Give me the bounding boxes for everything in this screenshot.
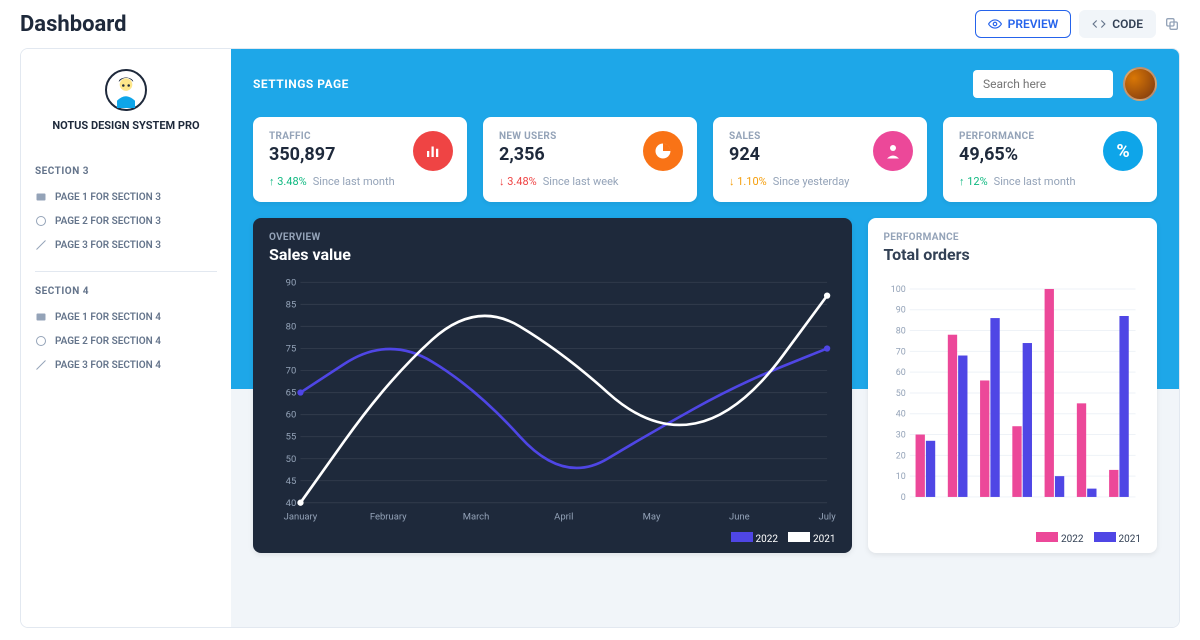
svg-text:40: 40 [895,410,905,420]
overview-chart-card: OVERVIEW Sales value 40 45 50 55 60 65 70 75 80 8… [253,218,852,553]
stat-card-performance: PERFORMANCE49,65%↑ 12%Since last month% [943,117,1157,202]
stat-card-sales: SALES924↓ 1.10%Since yesterday [713,117,927,202]
svg-text:80: 80 [895,327,905,337]
sidebar-item-label: PAGE 2 FOR SECTION 4 [55,336,161,347]
nav-icon [35,191,47,203]
svg-text:January: January [284,511,318,522]
svg-text:80: 80 [286,322,297,333]
sidebar-item-section4-1[interactable]: PAGE 1 FOR SECTION 4 [35,305,217,329]
search-input[interactable] [973,70,1113,98]
svg-text:75: 75 [286,344,297,355]
stat-card-new-users: NEW USERS2,356↓ 3.48%Since last week [483,117,697,202]
svg-text:45: 45 [286,476,297,487]
svg-text:10: 10 [895,472,905,482]
stat-delta: ↑ 3.48%Since last month [269,175,451,188]
brand-name: NOTUS DESIGN SYSTEM PRO [52,119,199,132]
sidebar-item-section4-3[interactable]: PAGE 3 FOR SECTION 4 [35,353,217,377]
stat-delta: ↓ 3.48%Since last week [499,175,681,188]
sidebar-item-section3-3[interactable]: PAGE 3 FOR SECTION 3 [35,233,217,257]
svg-text:20: 20 [895,451,905,461]
stat-delta: ↑ 12%Since last month [959,175,1141,188]
sidebar-item-label: PAGE 1 FOR SECTION 4 [55,312,161,323]
svg-text:30: 30 [895,431,905,441]
sidebar-item-section3-1[interactable]: PAGE 1 FOR SECTION 3 [35,185,217,209]
preview-button[interactable]: PREVIEW [975,10,1072,38]
svg-text:70: 70 [286,366,297,377]
overview-legend: 2022 2021 [269,532,836,545]
svg-text:March: March [463,511,490,522]
section-4-header: SECTION 4 [35,271,217,297]
nav-icon [35,239,47,251]
stat-card-traffic: TRAFFIC350,897↑ 3.48%Since last month [253,117,467,202]
performance-chart-card: PERFORMANCE Total orders 0 10 20 30 40 50 60 70… [868,218,1158,553]
overview-overline: OVERVIEW [269,232,836,243]
section-3-header: SECTION 3 [35,166,217,177]
sidebar: NOTUS DESIGN SYSTEM PRO SECTION 3 PAGE 1… [21,49,231,627]
arrow-up-icon: ↑ 3.48% [269,175,307,188]
svg-text:65: 65 [286,388,297,399]
percent-icon: % [1103,131,1143,171]
sidebar-item-label: PAGE 2 FOR SECTION 3 [55,216,161,227]
arrow-up-icon: ↑ 12% [959,175,988,188]
overview-title: Sales value [269,245,836,264]
copy-icon[interactable] [1164,16,1180,32]
svg-text:85: 85 [286,300,297,311]
svg-text:July: July [819,511,836,522]
svg-text:90: 90 [286,278,297,289]
svg-text:May: May [643,511,661,522]
header-actions: PREVIEW CODE [975,10,1180,38]
svg-text:90: 90 [895,306,905,316]
svg-text:June: June [729,511,750,522]
svg-text:60: 60 [286,410,297,421]
svg-text:60: 60 [895,368,905,378]
nav-icon [35,215,47,227]
chart-bar-icon [413,131,453,171]
users-icon [873,131,913,171]
stat-delta: ↓ 1.10%Since yesterday [729,175,911,188]
performance-title: Total orders [884,245,1142,264]
svg-text:55: 55 [286,432,297,443]
performance-legend: 2022 2021 [884,532,1142,545]
page-title: Dashboard [20,12,127,37]
sidebar-item-label: PAGE 1 FOR SECTION 3 [55,192,161,203]
svg-text:February: February [370,511,407,522]
main-content: SETTINGS PAGE TRAFFIC350,897↑ 3.48%Since… [231,49,1179,627]
sidebar-item-label: PAGE 3 FOR SECTION 3 [55,240,161,251]
svg-text:40: 40 [286,498,297,509]
sidebar-item-label: PAGE 3 FOR SECTION 4 [55,360,161,371]
avatar[interactable] [1123,67,1157,101]
sidebar-item-section3-2[interactable]: PAGE 2 FOR SECTION 3 [35,209,217,233]
svg-text:50: 50 [286,454,297,465]
svg-text:100: 100 [890,285,905,295]
eye-icon [988,17,1002,31]
code-icon [1092,17,1106,31]
nav-icon [35,335,47,347]
sidebar-item-section4-2[interactable]: PAGE 2 FOR SECTION 4 [35,329,217,353]
nav-icon [35,359,47,371]
arrow-down-icon: ↓ 1.10% [729,175,767,188]
svg-text:0: 0 [900,493,905,503]
brand-logo [105,69,147,111]
nav-icon [35,311,47,323]
arrow-down-icon: ↓ 3.48% [499,175,537,188]
svg-text:70: 70 [895,347,905,357]
svg-text:50: 50 [895,389,905,399]
pie-chart-icon [643,131,683,171]
topbar-title: SETTINGS PAGE [253,77,349,91]
code-button[interactable]: CODE [1079,10,1156,38]
svg-text:April: April [554,511,573,522]
performance-overline: PERFORMANCE [884,232,1142,243]
